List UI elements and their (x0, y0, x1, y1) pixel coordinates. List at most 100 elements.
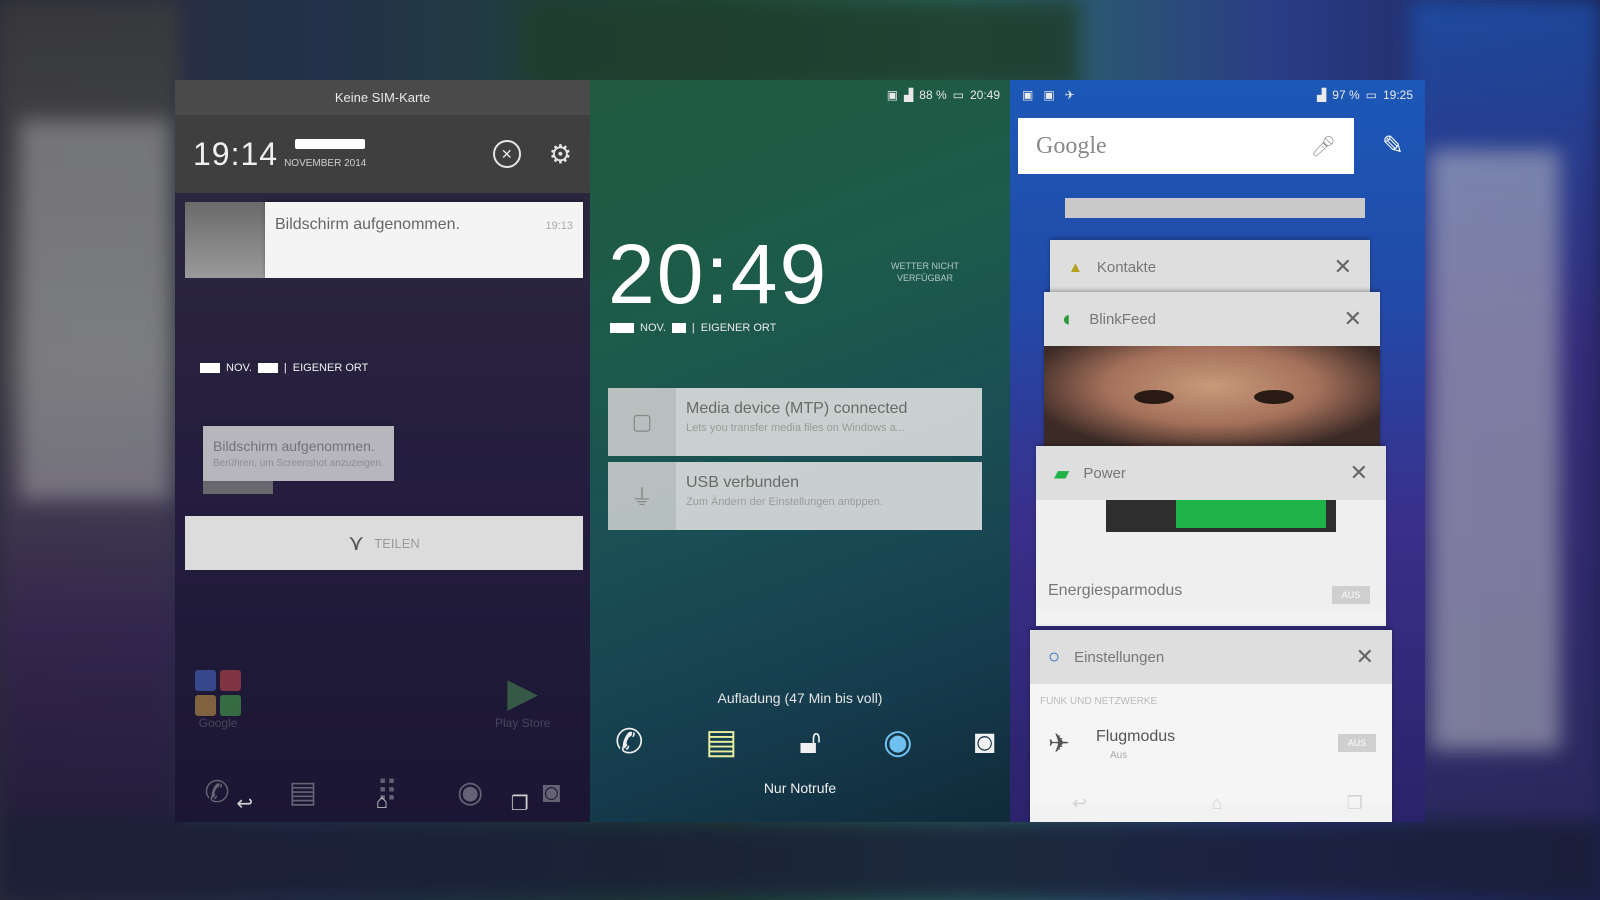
phone-icon[interactable]: ✆ (615, 722, 644, 762)
home-icon[interactable]: ⌂ (376, 791, 388, 816)
date-redaction (295, 139, 365, 149)
status-time: 19:25 (1382, 88, 1413, 102)
recents-icon[interactable]: ❐ (511, 791, 529, 816)
notification-icon: ▣ (1043, 88, 1055, 102)
power-saver-toggle: AUS (1332, 586, 1370, 604)
weather-location: EIGENER ORT (292, 362, 369, 374)
status-text: Keine SIM-Karte (175, 80, 590, 115)
back-icon[interactable]: ↩ (1072, 793, 1087, 814)
search-placeholder: Google (1036, 132, 1107, 159)
airplane-mode-label: Flugmodus (1096, 728, 1176, 745)
notification-title: Bildschirm aufgenommen. (213, 438, 375, 454)
notification-icon: ✈ (1064, 88, 1075, 102)
share-label: TEILEN (374, 535, 420, 551)
app-label: Google (198, 716, 238, 730)
notification-time: 19:13 (545, 220, 573, 232)
card-title: Kontakte (1096, 258, 1157, 276)
google-folder-icon (195, 670, 241, 716)
left-phone-screen: Keine SIM-Karte 19:14 NOVEMBER 2014 ✕ ⚙ … (175, 80, 590, 822)
header-time: 19:14 (193, 135, 279, 172)
app-label: Play Store (495, 716, 551, 730)
battery-icon: ▭ (1365, 88, 1377, 102)
card-title: Power (1083, 464, 1126, 482)
notification-subtitle: Zum Ändern der Einstellungen antippen. (686, 496, 883, 508)
charging-status: Aufladung (47 Min bis voll) (717, 690, 883, 706)
recent-apps-screen: ▣ ▣ ✈ ▟ 97 % ▭ 19:25 Google 🎤︎ ✎ ▲ Konta… (1010, 80, 1425, 822)
recent-card-blinkfeed[interactable]: ◐ BlinkFeed ✕ (1044, 292, 1380, 452)
weather-date-line: NOV. | EIGENER ORT (200, 362, 368, 374)
status-time: 20:49 (969, 88, 1000, 102)
lock-shortcuts: ✆ ▤ 🔓︎ ◉ ◙ (615, 722, 995, 762)
mtp-notification[interactable]: ▢ Media device (MTP) connected Lets you … (608, 388, 982, 456)
card-title: BlinkFeed (1089, 310, 1156, 328)
lock-clock: 20:49 (608, 227, 829, 321)
home-icon[interactable]: ⌂ (1212, 793, 1223, 814)
media-device-icon: ▢ (608, 388, 676, 456)
clear-notifications-icon[interactable]: ✕ (492, 140, 521, 168)
battery-icon: ▭ (952, 88, 964, 102)
screenshot-thumbnail (185, 202, 265, 278)
close-icon[interactable]: ✕ (1344, 306, 1362, 332)
card-title: Einstellungen (1074, 648, 1165, 666)
camera-icon[interactable]: ◙ (974, 723, 995, 762)
header-date: NOVEMBER 2014 (284, 157, 367, 169)
microphone-icon[interactable]: 🎤︎ (1311, 134, 1336, 159)
navigation-bar: ↩ ⌂ ❐ (175, 791, 590, 816)
notification-title: Media device (MTP) connected (686, 400, 908, 417)
battery-percent: 97 % (1332, 88, 1360, 102)
gear-icon[interactable]: ⚙ (549, 139, 572, 170)
contacts-icon: ▲ (1068, 258, 1083, 276)
emergency-only: Nur Notrufe (763, 780, 837, 796)
close-icon[interactable]: ✕ (1350, 460, 1368, 486)
section-label: FUNK UND NETZWERKE (1040, 696, 1158, 707)
screenshot-notification[interactable]: Bildschirm aufgenommen. 19:13 (185, 202, 583, 278)
blinkfeed-preview-image (1044, 346, 1380, 446)
settings-icon: ○ (1048, 645, 1061, 668)
compose-icon[interactable]: ✎ (1382, 130, 1404, 161)
screenshot-notification-faded[interactable]: Bildschirm aufgenommen. Berühren, um Scr… (203, 426, 565, 494)
power-setting-label: Energiesparmodus (1048, 582, 1183, 599)
power-preview: Energiesparmodus AUS (1036, 500, 1386, 610)
notification-subtitle: Lets you transfer media files on Windows… (686, 422, 905, 434)
signal-icon: ▟ (904, 88, 914, 102)
google-search-bar[interactable]: Google 🎤︎ (1018, 118, 1354, 174)
notification-subtitle: Berühren, um Screenshot anzuzeigen. (213, 458, 384, 469)
status-bar: ▣ ▟ 88 % ▭ 20:49 (590, 80, 1010, 110)
browser-icon[interactable]: ◉ (883, 722, 913, 762)
date-line: NOV. | EIGENER ORT (610, 322, 776, 334)
close-icon[interactable]: ✕ (1356, 644, 1374, 670)
usb-notification[interactable]: ⏚ USB verbunden Zum Ändern der Einstellu… (608, 462, 982, 530)
battery-level-bar (1106, 500, 1336, 532)
settings-preview: FUNK UND NETZWERKE ✈ Flugmodus Aus AUS (1030, 684, 1392, 804)
airplane-mode-sub: Aus (1110, 750, 1128, 761)
status-bar: ▣ ▣ ✈ ▟ 97 % ▭ 19:25 (1010, 80, 1425, 110)
usb-status-icon: ▣ (886, 88, 899, 102)
unlock-icon[interactable]: 🔓︎ (799, 723, 821, 762)
play-store-icon: ▶ (507, 671, 539, 715)
battery-icon: ▰ (1054, 462, 1070, 485)
weather-unavailable: WETTER NICHT VERFÜGBAR (891, 261, 959, 283)
notification-header: 19:14 NOVEMBER 2014 ✕ ⚙ (175, 115, 590, 193)
weather-month: NOV. (226, 362, 252, 374)
recent-card-power[interactable]: ▰ Power ✕ Energiesparmodus AUS (1036, 446, 1386, 626)
usb-icon: ⏚ (608, 462, 676, 530)
messages-icon[interactable]: ▤ (705, 722, 737, 762)
date-location: EIGENER ORT (700, 322, 777, 334)
date-month: NOV. (640, 322, 666, 334)
notification-icon: ▣ (1022, 88, 1034, 102)
share-icon: ⋎ (348, 530, 365, 555)
close-icon[interactable]: ✕ (1334, 254, 1352, 280)
lock-screen: ▣ ▟ 88 % ▭ 20:49 20:49 WETTER NICHT VERF… (590, 80, 1010, 822)
signal-icon: ▟ (1317, 88, 1327, 102)
recent-card-kontakte[interactable]: ▲ Kontakte ✕ (1050, 240, 1370, 300)
navigation-bar: ↩ ⌂ ❐ (1010, 793, 1425, 814)
google-app[interactable]: Google (195, 670, 241, 730)
recents-icon[interactable]: ❐ (1347, 793, 1363, 814)
play-store-app[interactable]: ▶ Play Store (495, 670, 550, 730)
battery-percent: 88 % (919, 88, 947, 102)
airplane-icon: ✈ (1048, 728, 1070, 758)
airplane-toggle: AUS (1338, 734, 1376, 752)
back-icon[interactable]: ↩ (236, 791, 253, 816)
share-button[interactable]: ⋎ TEILEN (185, 516, 583, 570)
blinkfeed-icon: ◐ (1062, 306, 1076, 331)
